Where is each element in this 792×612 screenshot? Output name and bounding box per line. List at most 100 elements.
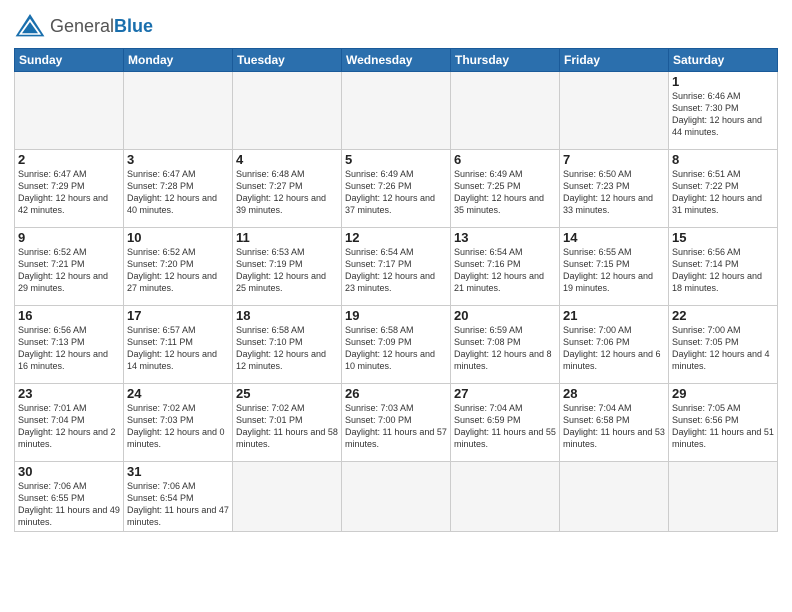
daylight-text: Daylight: 11 hours and 53 minutes. [563, 427, 665, 449]
sunrise-text: Sunrise: 7:00 AM [672, 325, 741, 335]
day-cell: 26 Sunrise: 7:03 AM Sunset: 7:00 PM Dayligh… [342, 384, 451, 462]
daylight-text: Daylight: 12 hours and 23 minutes. [345, 271, 435, 293]
day-cell: 10Sunrise: 6:52 AMSunset: 7:20 PMDayligh… [124, 228, 233, 306]
day-cell [560, 462, 669, 532]
day-info: Sunrise: 6:47 AMSunset: 7:29 PMDaylight:… [18, 168, 120, 217]
sunrise-text: Sunrise: 6:59 AM [454, 325, 523, 335]
daylight-text: Daylight: 11 hours and 57 minutes. [345, 427, 447, 449]
day-number: 22 [672, 308, 774, 323]
day-number: 25 [236, 386, 338, 401]
day-cell: 16Sunrise: 6:56 AMSunset: 7:13 PMDayligh… [15, 306, 124, 384]
day-info: Sunrise: 6:58 AMSunset: 7:10 PMDaylight:… [236, 324, 338, 373]
weekday-header-thursday: Thursday [451, 49, 560, 72]
sunset-text: Sunset: 6:54 PM [127, 493, 194, 503]
page: GeneralBlue SundayMondayTuesdayWednesday… [0, 0, 792, 612]
sunrise-text: Sunrise: 7:02 AM [127, 403, 196, 413]
day-cell: 21Sunrise: 7:00 AMSunset: 7:06 PMDayligh… [560, 306, 669, 384]
sunrise-text: Sunrise: 6:50 AM [563, 169, 632, 179]
day-info: Sunrise: 7:01 AMSunset: 7:04 PMDaylight:… [18, 402, 120, 451]
daylight-text: Daylight: 12 hours and 0 minutes. [127, 427, 225, 449]
sunrise-text: Sunrise: 7:03 AM [345, 403, 414, 413]
day-info: Sunrise: 7:03 AM Sunset: 7:00 PM Daylight:… [345, 402, 447, 451]
day-number: 4 [236, 152, 338, 167]
day-cell [233, 72, 342, 150]
day-info: Sunrise: 7:00 AMSunset: 7:06 PMDaylight:… [563, 324, 665, 373]
sunset-text: Sunset: 7:25 PM [454, 181, 521, 191]
weekday-header-monday: Monday [124, 49, 233, 72]
day-number: 21 [563, 308, 665, 323]
day-cell: 30Sunrise: 7:06 AMSunset: 6:55 PMDayligh… [15, 462, 124, 532]
day-info: Sunrise: 6:55 AMSunset: 7:15 PMDaylight:… [563, 246, 665, 295]
day-info: Sunrise: 6:53 AMSunset: 7:19 PMDaylight:… [236, 246, 338, 295]
day-cell: 23Sunrise: 7:01 AMSunset: 7:04 PMDayligh… [15, 384, 124, 462]
weekday-header-sunday: Sunday [15, 49, 124, 72]
daylight-text: Daylight: 11 hours and 47 minutes. [127, 505, 229, 527]
daylight-text: Daylight: 12 hours and 29 minutes. [18, 271, 108, 293]
daylight-text: Daylight: 12 hours and 18 minutes. [672, 271, 762, 293]
day-info: Sunrise: 6:50 AMSunset: 7:23 PMDaylight:… [563, 168, 665, 217]
sunrise-text: Sunrise: 7:02 AM [236, 403, 305, 413]
day-number: 13 [454, 230, 556, 245]
week-row-5: 23Sunrise: 7:01 AMSunset: 7:04 PMDayligh… [15, 384, 778, 462]
day-number: 3 [127, 152, 229, 167]
logo: GeneralBlue [14, 12, 153, 40]
daylight-text: Daylight: 12 hours and 4 minutes. [672, 349, 770, 371]
day-cell [342, 72, 451, 150]
sunrise-text: Sunrise: 6:54 AM [454, 247, 523, 257]
daylight-text: Daylight: 12 hours and 31 minutes. [672, 193, 762, 215]
sunset-text: Sunset: 7:05 PM [672, 337, 739, 347]
day-cell: 7Sunrise: 6:50 AMSunset: 7:23 PMDaylight… [560, 150, 669, 228]
sunrise-text: Sunrise: 7:04 AM [563, 403, 632, 413]
week-row-6: 30Sunrise: 7:06 AMSunset: 6:55 PMDayligh… [15, 462, 778, 532]
daylight-text: Daylight: 12 hours and 40 minutes. [127, 193, 217, 215]
day-cell [669, 462, 778, 532]
sunset-text: Sunset: 7:13 PM [18, 337, 85, 347]
day-cell: 8Sunrise: 6:51 AMSunset: 7:22 PMDaylight… [669, 150, 778, 228]
sunrise-text: Sunrise: 6:48 AM [236, 169, 305, 179]
daylight-text: Daylight: 12 hours and 19 minutes. [563, 271, 653, 293]
day-cell: 24Sunrise: 7:02 AMSunset: 7:03 PMDayligh… [124, 384, 233, 462]
sunset-text: Sunset: 7:11 PM [127, 337, 193, 347]
week-row-3: 9Sunrise: 6:52 AMSunset: 7:21 PMDaylight… [15, 228, 778, 306]
header: GeneralBlue [14, 12, 778, 40]
day-info: Sunrise: 6:52 AMSunset: 7:20 PMDaylight:… [127, 246, 229, 295]
sunrise-text: Sunrise: 6:46 AM [672, 91, 741, 101]
day-info: Sunrise: 7:04 AMSunset: 6:58 PMDaylight:… [563, 402, 665, 451]
day-info: Sunrise: 6:58 AMSunset: 7:09 PMDaylight:… [345, 324, 447, 373]
sunrise-text: Sunrise: 6:49 AM [345, 169, 414, 179]
daylight-text: Daylight: 11 hours and 55 minutes. [454, 427, 556, 449]
day-cell: 9Sunrise: 6:52 AMSunset: 7:21 PMDaylight… [15, 228, 124, 306]
daylight-text: Daylight: 12 hours and 44 minutes. [672, 115, 762, 137]
daylight-text: Daylight: 11 hours and 49 minutes. [18, 505, 120, 527]
daylight-text: Daylight: 12 hours and 37 minutes. [345, 193, 435, 215]
daylight-text: Daylight: 11 hours and 58 minutes. [236, 427, 338, 449]
day-cell: 5Sunrise: 6:49 AMSunset: 7:26 PMDaylight… [342, 150, 451, 228]
sunset-text: Sunset: 7:22 PM [672, 181, 739, 191]
day-cell: 11Sunrise: 6:53 AMSunset: 7:19 PMDayligh… [233, 228, 342, 306]
day-cell: 28Sunrise: 7:04 AMSunset: 6:58 PMDayligh… [560, 384, 669, 462]
day-number: 31 [127, 464, 229, 479]
day-cell [15, 72, 124, 150]
day-cell: 12Sunrise: 6:54 AMSunset: 7:17 PMDayligh… [342, 228, 451, 306]
day-number: 17 [127, 308, 229, 323]
sunrise-text: Sunrise: 6:53 AM [236, 247, 305, 257]
day-number: 11 [236, 230, 338, 245]
daylight-text: Daylight: 12 hours and 2 minutes. [18, 427, 116, 449]
sunset-text: Sunset: 7:04 PM [18, 415, 85, 425]
day-cell [124, 72, 233, 150]
day-cell: 2Sunrise: 6:47 AMSunset: 7:29 PMDaylight… [15, 150, 124, 228]
weekday-header-tuesday: Tuesday [233, 49, 342, 72]
day-cell [451, 462, 560, 532]
sunset-text: Sunset: 7:15 PM [563, 259, 630, 269]
day-number: 30 [18, 464, 120, 479]
day-number: 5 [345, 152, 447, 167]
sunset-text: Sunset: 7:20 PM [127, 259, 194, 269]
day-number: 26 [345, 386, 447, 401]
sunset-text: Sunset: 7:10 PM [236, 337, 303, 347]
daylight-text: Daylight: 12 hours and 16 minutes. [18, 349, 108, 371]
sunset-text: Sunset: 7:00 PM [345, 415, 412, 425]
day-number: 12 [345, 230, 447, 245]
sunrise-text: Sunrise: 6:54 AM [345, 247, 414, 257]
weekday-header-friday: Friday [560, 49, 669, 72]
day-number: 7 [563, 152, 665, 167]
